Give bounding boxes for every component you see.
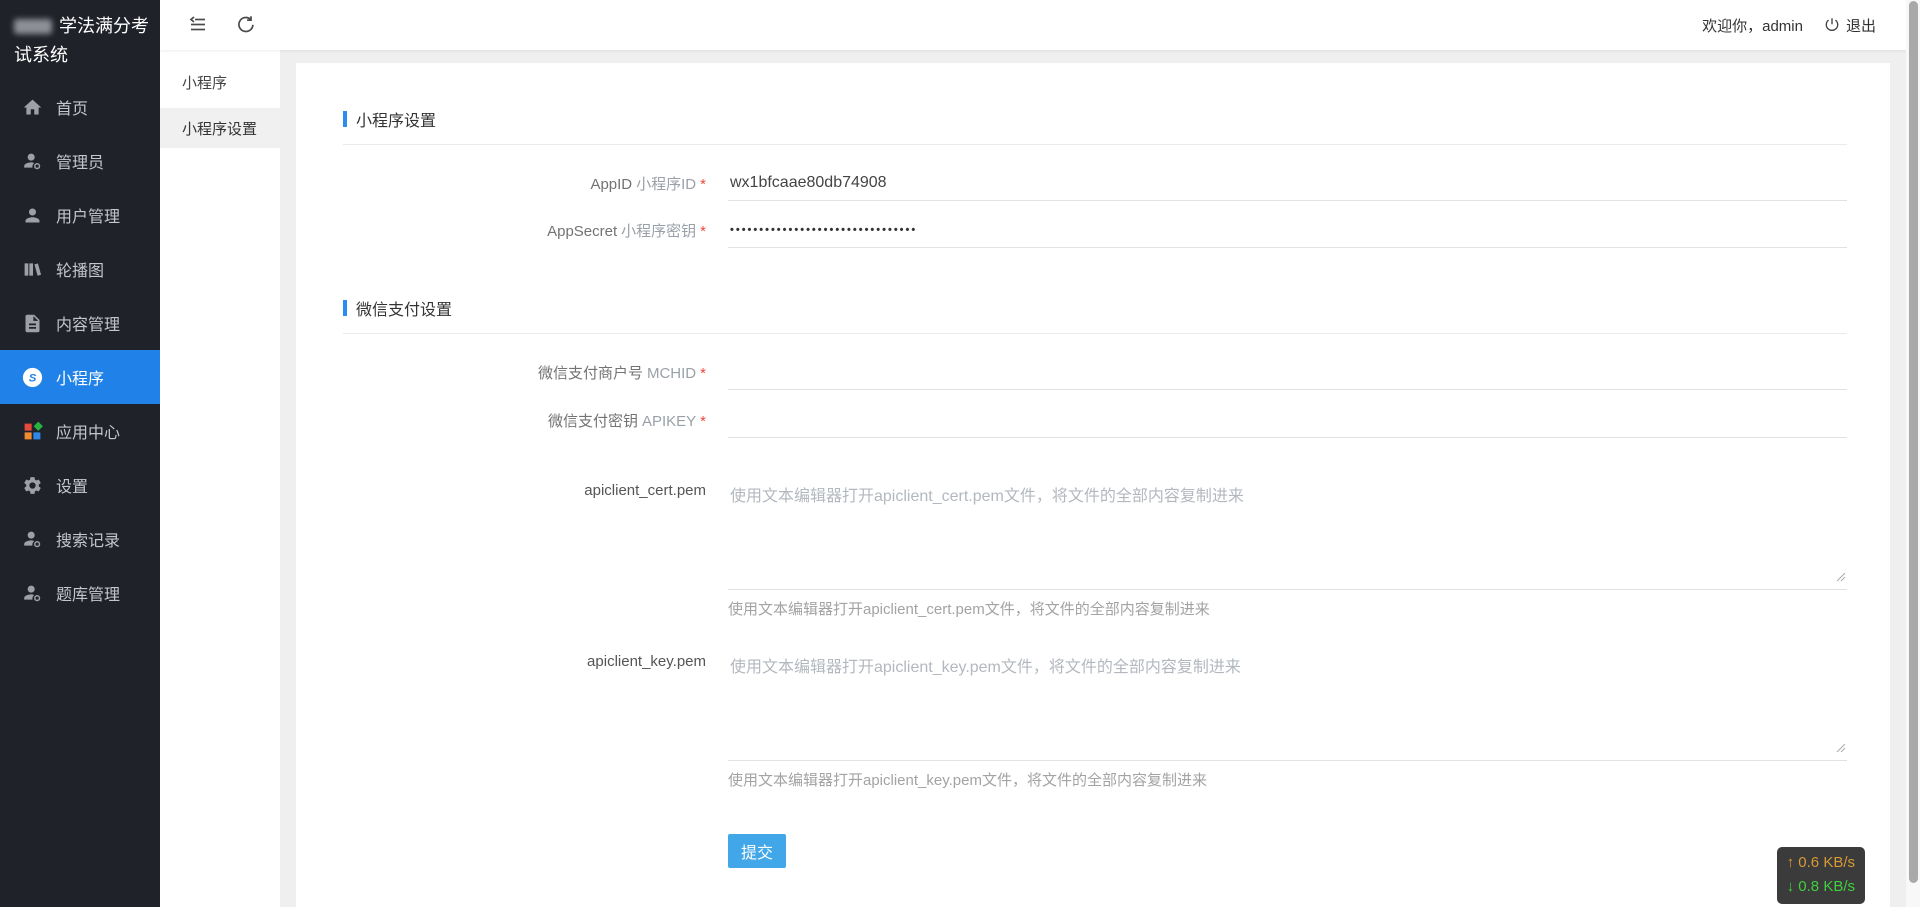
main-content: 小程序设置 AppID小程序ID* AppSecret小程序密钥* 微信支付设置… — [280, 50, 1906, 907]
sidebar-item-label: 设置 — [56, 479, 89, 496]
required-marker: * — [700, 364, 706, 382]
network-speed-widget: ↑ 0.6 KB/s ↓ 0.8 KB/s — [1776, 847, 1865, 904]
submit-row: 提交 — [343, 834, 1847, 868]
apikey-label: 微信支付密钥 APIKEY * — [547, 412, 706, 430]
apiclient-cert-help-text: 使用文本编辑器打开apiclient_cert.pem文件，将文件的全部内容复制… — [728, 601, 1210, 618]
sidebar-item-label: 管理员 — [56, 155, 105, 172]
admin-user-icon — [20, 150, 44, 172]
apiclient-cert-textarea[interactable] — [728, 470, 1847, 590]
sidebar-item-home[interactable]: 首页 — [0, 80, 160, 134]
sidebar-item-admin[interactable]: 管理员 — [0, 134, 160, 188]
sidebar-item-search-records[interactable]: 搜索记录 — [0, 512, 160, 566]
logout-button[interactable]: 退出 — [1823, 15, 1876, 36]
upload-arrow-icon: ↑ — [1786, 854, 1795, 871]
app-center-icon — [20, 420, 44, 442]
appsecret-row: AppSecret 小程序密钥 * — [343, 212, 1847, 248]
apiclient-key-textarea[interactable] — [728, 641, 1847, 761]
sidebar-item-label: 轮播图 — [56, 263, 105, 280]
submenu-header-miniprogram[interactable]: 小程序 — [160, 50, 280, 108]
download-arrow-icon: ↓ — [1786, 878, 1795, 895]
sidebar-item-user-management[interactable]: 用户管理 — [0, 188, 160, 242]
mchid-row: 微信支付商户号 MCHID * — [343, 354, 1847, 390]
appsecret-label: AppSecret 小程序密钥 * — [547, 222, 706, 240]
content-icon — [20, 312, 44, 334]
sidebar-item-question-bank[interactable]: 题库管理 — [0, 566, 160, 620]
collapse-menu-icon[interactable] — [186, 13, 210, 37]
sidebar-item-settings[interactable]: 设置 — [0, 458, 160, 512]
welcome-text: 欢迎你，admin — [1702, 17, 1803, 35]
required-marker: * — [700, 222, 706, 240]
section-wechat-pay-settings: 微信支付设置 — [343, 296, 1847, 334]
section-title: 微信支付设置 — [356, 302, 453, 319]
submenu-panel: 小程序 小程序设置 — [160, 50, 280, 907]
apiclient-key-row: apiclient_key.pem 使用文本编辑器打开apiclient_key… — [343, 641, 1847, 790]
appsecret-field[interactable] — [728, 212, 1847, 248]
mchid-label: 微信支付商户号 MCHID * — [537, 364, 706, 382]
apiclient-cert-label: apiclient_cert.pem — [584, 482, 706, 499]
section-miniprogram-settings: 小程序设置 — [343, 107, 1847, 145]
sidebar-item-label: 内容管理 — [56, 317, 121, 334]
page-scrollbar — [1906, 0, 1920, 907]
sidebar-item-label: 题库管理 — [56, 587, 121, 604]
appid-field[interactable] — [728, 165, 1847, 201]
apikey-row: 微信支付密钥 APIKEY * — [343, 402, 1847, 438]
sidebar-item-carousel[interactable]: 轮播图 — [0, 242, 160, 296]
appid-label: AppID 小程序ID * — [590, 175, 706, 193]
required-marker: * — [700, 412, 706, 430]
settings-card: 小程序设置 AppID小程序ID* AppSecret小程序密钥* 微信支付设置… — [296, 63, 1890, 907]
sidebar-item-content-management[interactable]: 内容管理 — [0, 296, 160, 350]
required-marker: * — [700, 175, 706, 193]
sidebar-item-label: 应用中心 — [56, 425, 121, 442]
miniprogram-icon: S — [20, 366, 44, 388]
power-icon — [1823, 16, 1841, 34]
section-accent-bar — [343, 111, 347, 127]
svg-text:S: S — [28, 372, 36, 384]
submit-button[interactable]: 提交 — [728, 834, 786, 868]
logout-label: 退出 — [1845, 17, 1876, 35]
carousel-icon — [20, 258, 44, 280]
home-icon — [20, 96, 44, 118]
app-title: 学法满分考试系统 — [14, 16, 149, 65]
apiclient-key-help-text: 使用文本编辑器打开apiclient_key.pem文件，将文件的全部内容复制进… — [728, 772, 1207, 789]
submenu-item-miniprogram-settings[interactable]: 小程序设置 — [160, 108, 280, 148]
sidebar: 学法满分考试系统 首页 管理员 用户管理 轮播图 内容管理 S 小程序 应用中心… — [0, 0, 160, 907]
sidebar-item-label: 小程序 — [56, 371, 105, 388]
sidebar-menu: 首页 管理员 用户管理 轮播图 内容管理 S 小程序 应用中心 设置 搜索记录 … — [0, 72, 160, 620]
sidebar-item-label: 用户管理 — [56, 209, 121, 226]
sidebar-item-label: 首页 — [56, 101, 89, 118]
search-records-icon — [20, 528, 44, 550]
apiclient-key-label: apiclient_key.pem — [587, 653, 706, 670]
apikey-field[interactable] — [728, 402, 1847, 438]
user-icon — [20, 204, 44, 226]
app-logo-image — [14, 19, 52, 34]
upload-speed: ↑ 0.6 KB/s — [1786, 854, 1855, 871]
apiclient-cert-row: apiclient_cert.pem 使用文本编辑器打开apiclient_ce… — [343, 470, 1847, 619]
settings-icon — [20, 474, 44, 496]
appid-row: AppID 小程序ID * — [343, 165, 1847, 201]
section-accent-bar — [343, 300, 347, 316]
sidebar-item-label: 搜索记录 — [56, 533, 121, 550]
sidebar-item-app-center[interactable]: 应用中心 — [0, 404, 160, 458]
download-speed: ↓ 0.8 KB/s — [1786, 878, 1855, 895]
section-title: 小程序设置 — [356, 113, 437, 130]
sidebar-item-miniprogram[interactable]: S 小程序 — [0, 350, 160, 404]
mchid-field[interactable] — [728, 354, 1847, 390]
refresh-icon[interactable] — [234, 13, 258, 37]
topbar: 欢迎你，admin 退出 — [160, 0, 1906, 50]
scrollbar-thumb[interactable] — [1909, 1, 1918, 883]
question-bank-icon — [20, 582, 44, 604]
